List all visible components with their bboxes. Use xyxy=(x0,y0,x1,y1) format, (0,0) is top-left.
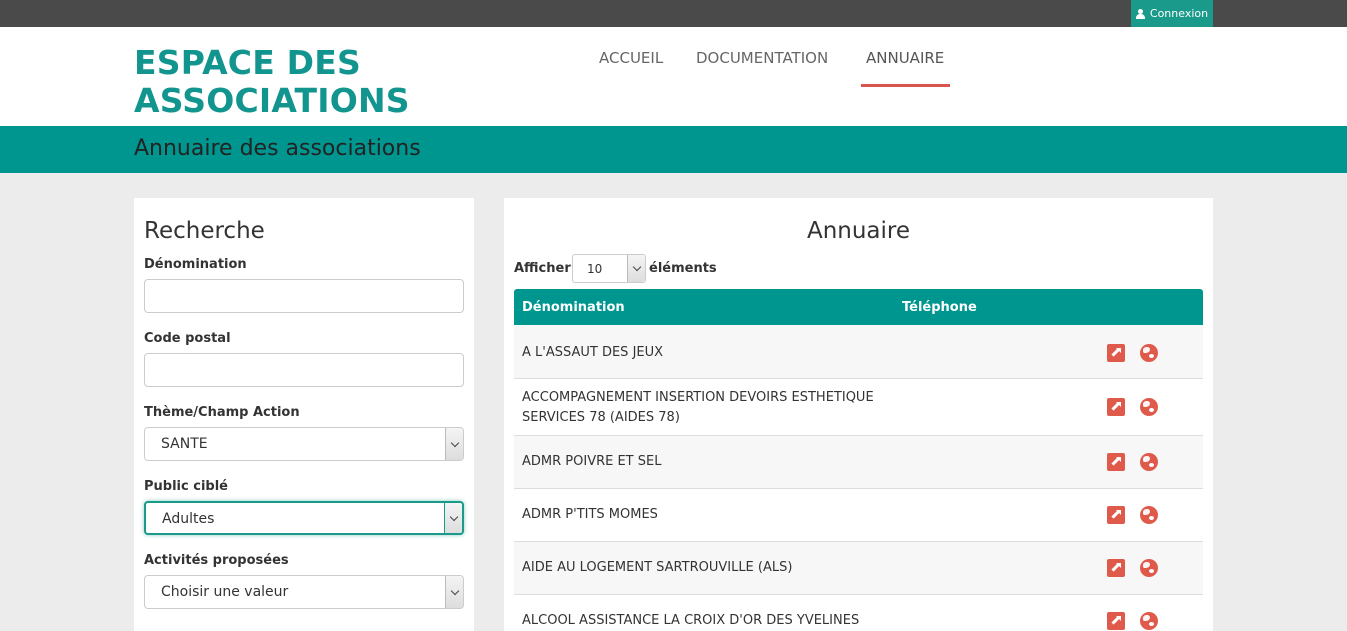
table-row: A L'ASSAUT DES JEUX xyxy=(514,325,1203,379)
active-nav-indicator xyxy=(861,84,950,87)
table-row: ADMR POIVRE ET SEL xyxy=(514,436,1203,489)
globe-icon[interactable] xyxy=(1140,506,1158,524)
external-link-icon[interactable] xyxy=(1107,453,1125,471)
chevron-down-icon xyxy=(627,255,645,282)
page-title-band: Annuaire des associations xyxy=(0,126,1347,173)
user-icon xyxy=(1136,8,1146,19)
globe-icon[interactable] xyxy=(1140,612,1158,630)
external-link-icon[interactable] xyxy=(1107,559,1125,577)
postal-code-input[interactable] xyxy=(144,353,464,387)
search-title: Recherche xyxy=(144,218,265,244)
denomination-label: Dénomination xyxy=(144,257,247,272)
directory-table: Dénomination Téléphone A L'ASSAUT DES JE… xyxy=(514,289,1203,631)
directory-title: Annuaire xyxy=(806,218,911,244)
login-label: Connexion xyxy=(1149,7,1209,20)
login-button[interactable]: Connexion xyxy=(1131,0,1213,27)
table-row: ADMR P'TITS MOMES xyxy=(514,489,1203,542)
theme-value: SANTE xyxy=(161,436,208,452)
nav-documentation[interactable]: DOCUMENTATION xyxy=(696,49,828,67)
page-length-select[interactable]: 10 xyxy=(572,254,646,283)
column-header-denomination[interactable]: Dénomination xyxy=(522,300,625,315)
chevron-down-icon xyxy=(444,503,462,533)
nav-accueil[interactable]: ACCUEIL xyxy=(599,49,663,67)
row-name: ALCOOL ASSISTANCE LA CROIX D'OR DES YVEL… xyxy=(522,613,860,628)
table-row: ACCOMPAGNEMENT INSERTION DEVOIRS ESTHETI… xyxy=(514,379,1203,436)
activities-label: Activités proposées xyxy=(144,553,289,568)
theme-select[interactable]: SANTE xyxy=(144,427,464,461)
page-title: Annuaire des associations xyxy=(134,136,421,161)
show-after-label: éléments xyxy=(649,261,717,276)
table-row: AIDE AU LOGEMENT SARTROUVILLE (ALS) xyxy=(514,542,1203,595)
external-link-icon[interactable] xyxy=(1107,344,1125,362)
activities-value: Choisir une valeur xyxy=(161,584,289,600)
column-header-phone[interactable]: Téléphone xyxy=(902,300,977,315)
globe-icon[interactable] xyxy=(1140,398,1158,416)
postal-code-label: Code postal xyxy=(144,331,231,346)
row-name: A L'ASSAUT DES JEUX xyxy=(522,345,664,360)
site-logo[interactable]: ESPACE DES ASSOCIATIONS xyxy=(134,44,454,120)
directory-panel: Annuaire Afficher 10 éléments Dénominati… xyxy=(504,198,1213,631)
external-link-icon[interactable] xyxy=(1107,612,1125,630)
external-link-icon[interactable] xyxy=(1107,506,1125,524)
top-bar: Connexion xyxy=(0,0,1347,27)
search-panel: Recherche Dénomination Code postal Thème… xyxy=(134,198,474,631)
public-label: Public ciblé xyxy=(144,479,228,494)
public-select[interactable]: Adultes xyxy=(144,501,464,535)
activities-select[interactable]: Choisir une valeur xyxy=(144,575,464,609)
table-header: Dénomination Téléphone xyxy=(514,289,1203,325)
row-name: ADMR POIVRE ET SEL xyxy=(522,454,662,469)
row-name: ADMR P'TITS MOMES xyxy=(522,507,658,522)
page-length-value: 10 xyxy=(587,262,603,276)
globe-icon[interactable] xyxy=(1140,453,1158,471)
globe-icon[interactable] xyxy=(1140,344,1158,362)
external-link-icon[interactable] xyxy=(1107,398,1125,416)
public-value: Adultes xyxy=(162,511,215,527)
theme-label: Thème/Champ Action xyxy=(144,405,300,420)
chevron-down-icon xyxy=(445,428,463,460)
row-name: ACCOMPAGNEMENT INSERTION DEVOIRS ESTHETI… xyxy=(522,390,874,425)
show-label: Afficher xyxy=(514,261,571,276)
table-row: ALCOOL ASSISTANCE LA CROIX D'OR DES YVEL… xyxy=(514,595,1203,631)
nav-annuaire[interactable]: ANNUAIRE xyxy=(866,49,944,67)
row-name: AIDE AU LOGEMENT SARTROUVILLE (ALS) xyxy=(522,560,793,575)
site-header: ESPACE DES ASSOCIATIONS ACCUEIL DOCUMENT… xyxy=(0,27,1347,126)
globe-icon[interactable] xyxy=(1140,559,1158,577)
denomination-input[interactable] xyxy=(144,279,464,313)
chevron-down-icon xyxy=(445,576,463,608)
